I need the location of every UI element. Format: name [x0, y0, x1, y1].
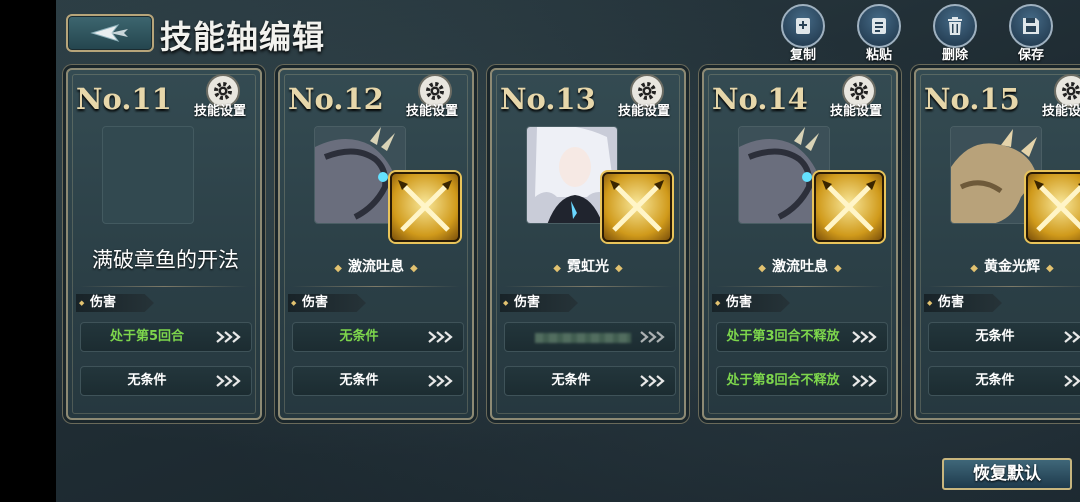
condition-text: 处于第5回合 [109, 329, 185, 344]
skill-card-12[interactable]: No.12 技能设置 ◆激流吐息◆ 伤害 无条件 无条件 [278, 68, 474, 420]
condition-slot-2[interactable]: 无条件 [292, 366, 464, 396]
chevrons-right-icon [640, 375, 665, 387]
trash-icon [948, 17, 962, 35]
skill-card-13[interactable]: No.13 技能设置 ◆霓虹光◆ 伤害 无条件 [490, 68, 686, 420]
restore-default-button[interactable]: 恢复默认 [942, 458, 1072, 490]
copy-icon [796, 18, 810, 34]
copy-label: 复制 [789, 48, 816, 63]
delete-button[interactable]: 删除 [928, 4, 982, 63]
chevrons-right-icon [640, 331, 665, 343]
chevrons-right-icon [852, 331, 877, 343]
condition-slot-1[interactable] [504, 322, 676, 352]
crossed-swords-icon [814, 172, 884, 242]
delete-label: 删除 [941, 48, 968, 63]
page-title: 技能轴编辑 [160, 18, 326, 56]
empty-portrait-slot[interactable] [102, 126, 194, 224]
chevrons-right-icon [216, 331, 241, 343]
crossed-swords-icon [390, 172, 460, 242]
condition-text: 处于第3回合不释放 [726, 329, 840, 344]
skill-settings-label[interactable]: 技能设置 [194, 100, 246, 119]
type-tag: 伤害 [76, 294, 154, 312]
skill-name: 满破章鱼的开法 [92, 248, 239, 272]
chevrons-right-icon [1064, 375, 1080, 387]
condition-text: 无条件 [339, 329, 379, 344]
left-bezel [0, 0, 56, 502]
condition-text: 处于第8回合不释放 [726, 373, 840, 388]
condition-slot-1[interactable]: 无条件 [292, 322, 464, 352]
card-number: No.13 [500, 82, 596, 116]
divider [80, 286, 248, 287]
divider [504, 286, 672, 287]
paste-icon [872, 18, 886, 34]
back-button[interactable] [66, 14, 154, 52]
condition-text: 无条件 [975, 373, 1015, 388]
skill-settings-label[interactable]: 技能设置 [1042, 100, 1080, 119]
skill-name: 黄金光辉 [984, 259, 1040, 275]
paste-button[interactable]: 粘贴 [852, 4, 906, 63]
toolbar: 复制 粘贴 删除 保存 [776, 4, 1058, 63]
condition-slot-1[interactable]: 处于第5回合 [80, 322, 252, 352]
skill-timeline-editor: 技能轴编辑 复制 粘贴 删除 保存 No.11 技能设置 满破章鱼的开法 ◆ 伤… [56, 0, 1080, 502]
blurred-condition-text [535, 333, 631, 343]
skill-settings-label[interactable]: 技能设置 [830, 100, 882, 119]
divider [928, 286, 1080, 287]
skill-card-14[interactable]: No.14 技能设置 ◆激流吐息◆ 伤害 处于第3回合不释放 处于第8回合不释放 [702, 68, 898, 420]
chevrons-right-icon [852, 375, 877, 387]
type-tag: 伤害 [500, 294, 578, 312]
type-tag: 伤害 [712, 294, 790, 312]
condition-text: 无条件 [127, 373, 167, 388]
condition-slot-2[interactable]: 处于第8回合不释放 [716, 366, 888, 396]
skill-card-11[interactable]: No.11 技能设置 满破章鱼的开法 伤害 处于第5回合 无条件 [66, 68, 262, 420]
condition-text: 无条件 [975, 329, 1015, 344]
skill-name: 霓虹光 [567, 259, 609, 275]
save-icon [1023, 18, 1039, 34]
chevrons-right-icon [428, 331, 453, 343]
condition-slot-2[interactable]: 无条件 [80, 366, 252, 396]
skill-settings-label[interactable]: 技能设置 [618, 100, 670, 119]
skill-card-15[interactable]: No.15 技能设置 ◆黄金光辉◆ 伤害 无条件 无条件 [914, 68, 1080, 420]
condition-text: 无条件 [339, 373, 379, 388]
save-button[interactable]: 保存 [1004, 4, 1058, 63]
type-tag: 伤害 [288, 294, 366, 312]
card-number: No.11 [76, 82, 172, 116]
chevrons-right-icon [1064, 331, 1080, 343]
card-number: No.15 [924, 82, 1020, 116]
skill-name: 激流吐息 [348, 259, 404, 275]
divider [716, 286, 884, 287]
condition-slot-2[interactable]: 无条件 [504, 366, 676, 396]
paste-label: 粘贴 [865, 48, 892, 63]
chevrons-right-icon [216, 375, 241, 387]
back-arrow-icon [90, 24, 128, 42]
chevrons-right-icon [428, 375, 453, 387]
save-label: 保存 [1017, 48, 1044, 63]
condition-slot-1[interactable]: 无条件 [928, 322, 1080, 352]
card-number: No.14 [712, 82, 808, 116]
copy-button[interactable]: 复制 [776, 4, 830, 63]
condition-slot-1[interactable]: 处于第3回合不释放 [716, 322, 888, 352]
skill-name: 激流吐息 [772, 259, 828, 275]
skill-settings-label[interactable]: 技能设置 [406, 100, 458, 119]
crossed-swords-icon [1026, 172, 1080, 242]
divider [292, 286, 460, 287]
crossed-swords-icon [602, 172, 672, 242]
card-number: No.12 [288, 82, 384, 116]
condition-slot-2[interactable]: 无条件 [928, 366, 1080, 396]
condition-text: 无条件 [551, 373, 591, 388]
type-tag: 伤害 [924, 294, 1002, 312]
